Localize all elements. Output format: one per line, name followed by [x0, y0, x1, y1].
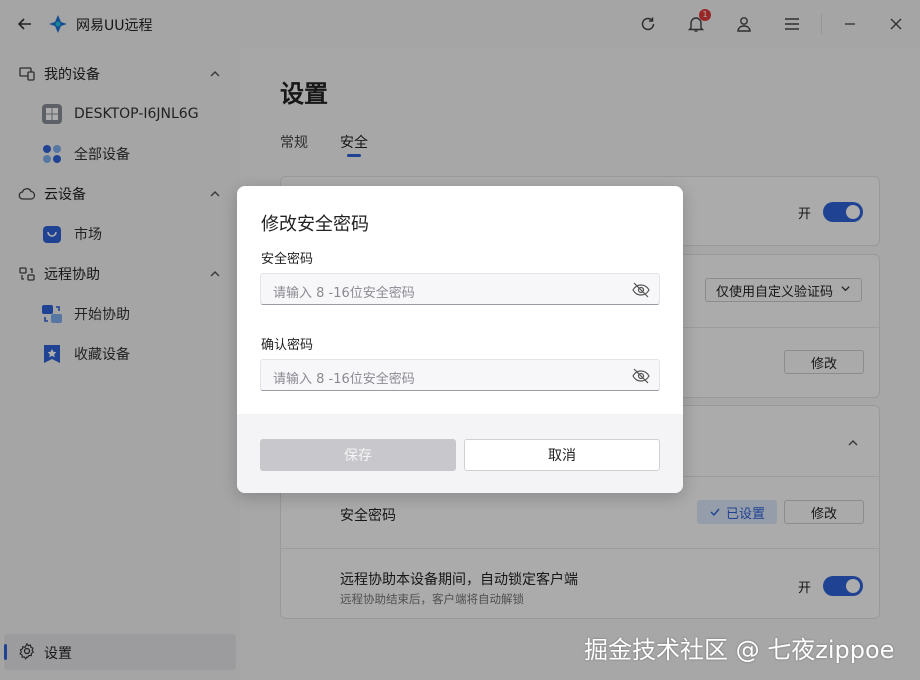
- dialog-title: 修改安全密码: [261, 214, 369, 235]
- password-input[interactable]: 请输入 8 -16位安全密码: [260, 273, 660, 305]
- password-label: 安全密码: [261, 252, 314, 267]
- save-button[interactable]: 保存: [260, 439, 456, 471]
- confirm-password-input[interactable]: 请输入 8 -16位安全密码: [260, 359, 660, 391]
- app-window: 网易UU远程 1 我的设备 DESKTOP-I6JNL6G 全部设备 云设备 市…: [0, 0, 920, 680]
- password-placeholder: 请输入 8 -16位安全密码: [273, 286, 415, 301]
- confirm-password-placeholder: 请输入 8 -16位安全密码: [273, 372, 415, 387]
- confirm-password-label: 确认密码: [261, 338, 314, 353]
- change-password-dialog: 修改安全密码 安全密码 请输入 8 -16位安全密码 确认密码 请输入 8 -1…: [237, 186, 683, 493]
- eye-off-icon[interactable]: [631, 366, 651, 386]
- watermark-text: 掘金技术社区 @ 七夜zippoe: [584, 636, 895, 664]
- cancel-button[interactable]: 取消: [464, 439, 660, 471]
- eye-off-icon[interactable]: [631, 280, 651, 300]
